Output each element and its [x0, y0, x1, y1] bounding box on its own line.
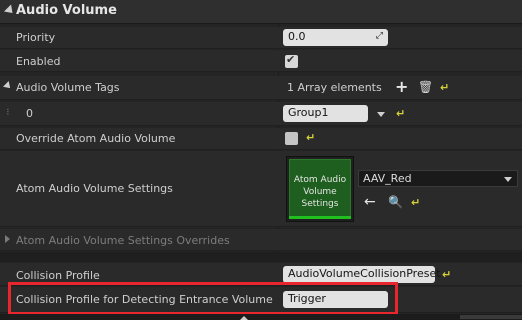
tag-0-input[interactable]: Group1	[283, 105, 368, 122]
priority-input[interactable]: 0.0 ⤢	[283, 29, 388, 46]
bottom-bar	[0, 314, 522, 320]
enabled-label: Enabled	[16, 55, 61, 68]
array-count: 1 Array elements	[287, 81, 382, 94]
row-settings: Atom Audio Volume Settings	[0, 151, 522, 227]
arrow-left-icon[interactable]: ←	[364, 194, 376, 210]
collapse-arrow-icon[interactable]	[3, 4, 17, 17]
expand-arrow-icon[interactable]	[5, 235, 10, 243]
row-settings-overrides: Atom Audio Volume Settings Overrides	[0, 229, 522, 251]
asset-type-bar	[289, 216, 351, 219]
chevron-down-icon[interactable]	[504, 177, 512, 182]
asset-name: AAV_Red	[363, 172, 412, 185]
spinner-icon[interactable]: ⤢	[376, 31, 383, 41]
collision-input[interactable]: AudioVolumeCollisionPreset	[283, 266, 441, 283]
tag-index: 0	[26, 107, 33, 120]
override-label: Override Atom Audio Volume	[16, 132, 176, 145]
reset-arrow-icon[interactable]: ↵	[440, 81, 449, 94]
reset-arrow-icon[interactable]: ↵	[396, 107, 405, 120]
magnifier-icon[interactable]: 🔍	[388, 195, 403, 209]
expand-arrow-icon[interactable]	[3, 81, 13, 91]
section-header[interactable]: Audio Volume	[0, 0, 522, 24]
row-enabled: Enabled	[0, 50, 522, 72]
row-priority: Priority 0.0 ⤢	[0, 27, 522, 49]
reset-arrow-icon[interactable]: ↵	[442, 268, 451, 281]
trash-icon[interactable]: 🗑	[418, 80, 433, 94]
asset-picker[interactable]: AAV_Red	[358, 170, 518, 187]
row-tags: Audio Volume Tags 1 Array elements + 🗑 ↵	[0, 76, 522, 100]
drag-handle-icon[interactable]: ⠇	[6, 108, 12, 117]
plus-icon[interactable]: +	[395, 77, 408, 96]
priority-label: Priority	[16, 31, 56, 44]
reset-arrow-icon[interactable]: ↵	[411, 196, 420, 209]
enabled-checkbox[interactable]	[285, 53, 298, 68]
section-gap	[0, 252, 522, 262]
highlight-box	[8, 282, 398, 315]
settings-overrides-label: Atom Audio Volume Settings Overrides	[16, 234, 230, 247]
chevron-down-icon[interactable]	[377, 112, 385, 117]
thumbnail-text: Atom Audio Volume Settings	[289, 159, 351, 217]
reset-arrow-icon[interactable]: ↵	[306, 131, 315, 144]
row-override: Override Atom Audio Volume ↵	[0, 128, 522, 150]
tags-label: Audio Volume Tags	[16, 81, 120, 94]
priority-value: 0.0	[288, 30, 306, 43]
section-title: Audio Volume	[16, 3, 117, 18]
collision-label: Collision Profile	[16, 269, 100, 282]
asset-thumbnail[interactable]: Atom Audio Volume Settings	[286, 156, 354, 222]
scrollbar[interactable]	[460, 315, 522, 319]
chevron-up-icon[interactable]	[240, 316, 248, 320]
override-checkbox[interactable]	[285, 132, 298, 145]
settings-label: Atom Audio Volume Settings	[16, 182, 173, 195]
row-tag-0: ⠇ 0 Group1 ↵	[0, 102, 522, 126]
